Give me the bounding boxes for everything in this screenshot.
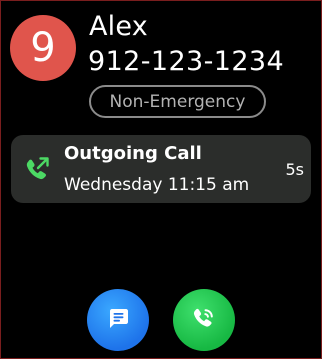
call-timestamp: Wednesday 11:15 am (64, 175, 250, 195)
call-icon (191, 305, 217, 335)
avatar: 9 (10, 15, 76, 81)
call-type: Outgoing Call (64, 143, 202, 164)
watch-screen: 9 Alex 912-123-1234 Non-Emergency Outgoi… (0, 0, 322, 359)
status-badge: Non-Emergency (89, 85, 266, 118)
message-button[interactable] (87, 289, 149, 351)
contact-phone: 912-123-1234 (88, 46, 285, 77)
status-badge-label: Non-Emergency (109, 91, 246, 112)
call-button[interactable] (173, 289, 235, 351)
message-icon (105, 305, 131, 335)
last-call-card[interactable]: Outgoing Call Wednesday 11:15 am 5s (11, 135, 311, 203)
avatar-label: 9 (30, 25, 56, 71)
outgoing-call-icon (23, 155, 51, 183)
contact-name: Alex (89, 11, 148, 42)
call-duration: 5s (285, 160, 304, 179)
